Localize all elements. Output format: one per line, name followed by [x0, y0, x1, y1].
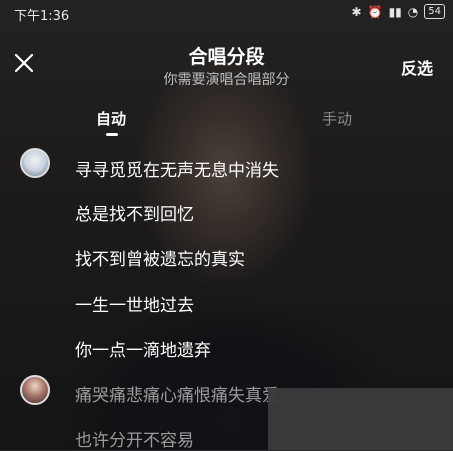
wifi-icon: ◔ — [407, 4, 419, 19]
tab-auto[interactable]: 自动 — [96, 108, 126, 129]
lyric-line[interactable]: 总是找不到回忆 — [75, 200, 194, 225]
redaction-box — [268, 388, 453, 450]
lyric-line[interactable]: 你一点一滴地遗弃 — [75, 336, 211, 361]
page-title: 合唱分段 — [188, 46, 265, 68]
singer-avatar[interactable] — [20, 375, 50, 405]
signal-icon: ▮▮ — [388, 4, 402, 19]
tab-manual[interactable]: 手动 — [322, 108, 352, 129]
lyric-line[interactable]: 也许分开不容易 — [75, 426, 194, 451]
lyric-line[interactable]: 找不到曾被遗忘的真实 — [75, 245, 245, 270]
lyric-line[interactable]: 痛哭痛悲痛心痛恨痛失真爱 — [75, 381, 279, 406]
invert-selection-button[interactable]: 反选 — [401, 55, 433, 79]
page-subtitle: 你需要演唱合唱部分 — [163, 72, 290, 88]
lyric-line[interactable]: 寻寻觅觅在无声无息中消失 — [75, 156, 279, 181]
active-tab-indicator — [106, 133, 118, 136]
bluetooth-icon: ✱ — [351, 4, 362, 19]
alarm-icon: ⏰ — [367, 4, 383, 19]
battery-icon: 54 — [424, 4, 445, 19]
status-icons: ✱ ⏰ ▮▮ ◔ 54 — [352, 4, 445, 19]
status-bar: 下午1:36 ✱ ⏰ ▮▮ ◔ 54 — [0, 0, 453, 26]
status-time: 下午1:36 — [14, 9, 70, 24]
singer-avatar[interactable] — [20, 148, 50, 178]
lyric-line[interactable]: 一生一世地过去 — [75, 291, 194, 316]
